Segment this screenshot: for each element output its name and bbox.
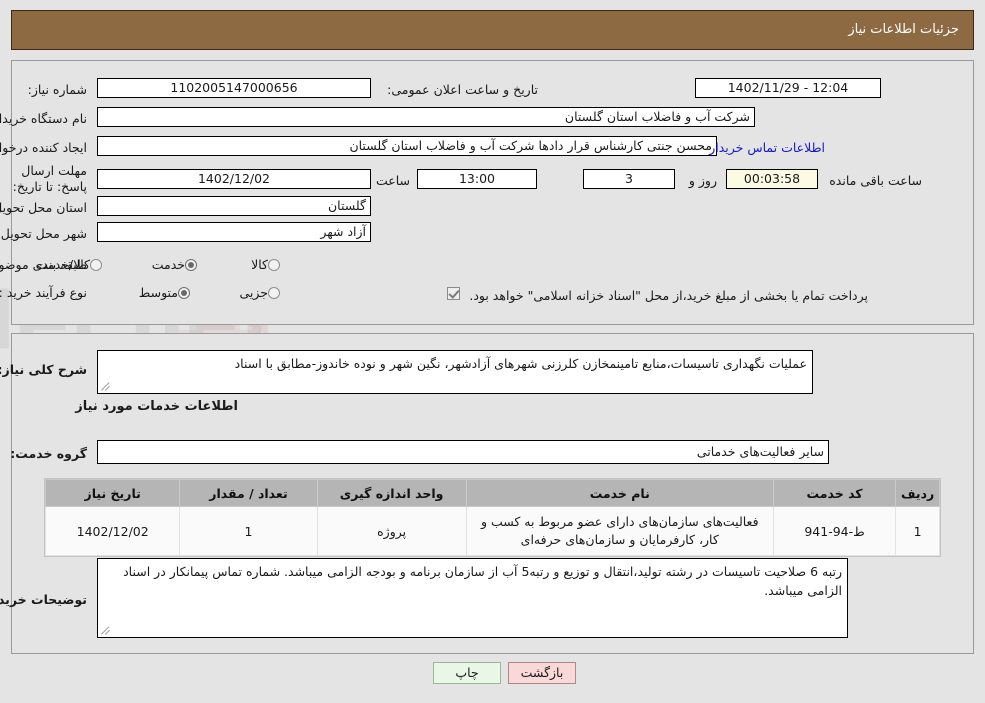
page-header-bar: جزئیات اطلاعات نیاز (11, 10, 974, 50)
delivery-province-value: گلستان (97, 196, 371, 216)
service-group-value: سایر فعالیت‌های خدماتی (97, 440, 829, 464)
buyer-contact-link[interactable]: اطلاعات تماس خریدار (709, 140, 825, 155)
services-section-title: اطلاعات خدمات مورد نیاز (75, 399, 238, 414)
table-header-row: ردیف کد خدمت نام خدمت واحد اندازه گیری ت… (44, 479, 940, 507)
cell-unit: پروژه (316, 506, 467, 556)
category-option-kala-khedmat-label: کالا/خدمت (35, 257, 90, 272)
deadline-date-value: 1402/12/02 (97, 169, 371, 189)
category-option-kala-label: کالا (251, 257, 268, 272)
radio-indicator-jozi (268, 287, 280, 299)
radio-indicator-khedmat (185, 259, 197, 271)
buyer-org-value: شرکت آب و فاضلاب استان گلستان (97, 107, 755, 127)
column-header-need-date: تاریخ نیاز (44, 479, 181, 507)
buyer-notes-label: توضیحات خریدار: (0, 592, 87, 607)
services-table-wrapper: ردیف کد خدمت نام خدمت واحد اندازه گیری ت… (44, 478, 941, 557)
general-description-textarea[interactable]: عملیات نگهداری تاسیسات،منابع تامینمخازن … (97, 350, 813, 394)
cell-service-name: فعالیت‌های سازمان‌های دارای عضو مربوط به… (465, 506, 774, 556)
cell-service-code: ط-94-941 (772, 506, 897, 556)
buyer-notes-textarea[interactable]: رتبه 6 صلاحیت تاسیسات در رشته تولید،انتق… (97, 558, 848, 638)
announce-date-label: تاریخ و ساعت اعلان عمومی: (387, 82, 538, 97)
treasury-docs-note: پرداخت تمام یا بخشی از مبلغ خرید،از محل … (469, 288, 868, 303)
category-option-kala[interactable]: کالا (251, 257, 285, 272)
category-option-khedmat[interactable]: خدمت (152, 257, 202, 272)
delivery-city-label: شهر محل تحویل: (0, 226, 87, 241)
process-option-jozi-label: جزیی (239, 285, 268, 300)
services-table: ردیف کد خدمت نام خدمت واحد اندازه گیری ت… (44, 479, 940, 556)
countdown-timer-value: 00:03:58 (726, 169, 818, 189)
remaining-days-value: 3 (583, 169, 675, 189)
resize-grip-icon-notes[interactable] (100, 624, 112, 636)
column-header-service-code: کد خدمت (772, 479, 897, 507)
column-header-unit: واحد اندازه گیری (316, 479, 467, 507)
cell-need-date: 1402/12/02 (44, 506, 181, 556)
remaining-days-label: روز و (688, 173, 717, 188)
column-header-row-no: ردیف (895, 479, 940, 507)
radio-indicator-kala (268, 259, 280, 271)
radio-indicator-kala-khedmat (90, 259, 102, 271)
delivery-city-value: آزاد شهر (97, 222, 371, 242)
page-title: جزئیات اطلاعات نیاز (848, 22, 959, 37)
need-number-label: شماره نیاز: (27, 82, 87, 97)
process-option-jozi[interactable]: جزیی (239, 285, 285, 300)
service-group-label: گروه خدمت: (10, 446, 87, 461)
request-creator-value: محسن جنتی کارشناس قرار دادها شرکت آب و ف… (97, 136, 717, 156)
deadline-label: مهلت ارسال پاسخ: تا تاریخ: (12, 163, 87, 194)
general-description-value: عملیات نگهداری تاسیسات،منابع تامینمخازن … (234, 356, 807, 371)
need-number-value: 1102005147000656 (97, 78, 371, 98)
buyer-notes-value: رتبه 6 صلاحیت تاسیسات در رشته تولید،انتق… (123, 564, 842, 598)
table-row: 1 ط-94-941 فعالیت‌های سازمان‌های دارای ع… (44, 506, 940, 556)
resize-grip-icon[interactable] (100, 380, 112, 392)
column-header-quantity: تعداد / مقدار (179, 479, 318, 507)
deadline-hour-value: 13:00 (417, 169, 537, 189)
announce-date-value: 12:04 - 1402/11/29 (695, 78, 881, 98)
cell-quantity: 1 (179, 506, 318, 556)
print-button[interactable]: چاپ (433, 662, 501, 684)
deadline-hour-label: ساعت (375, 173, 410, 188)
request-creator-label: ایجاد کننده درخواست: (0, 140, 87, 155)
category-option-kala-khedmat[interactable]: کالا/خدمت (36, 257, 107, 272)
back-button[interactable]: بازگشت (508, 662, 576, 684)
countdown-timer-label: ساعت باقی مانده (829, 173, 922, 188)
treasury-docs-checkbox[interactable] (447, 287, 460, 300)
delivery-province-label: استان محل تحویل: (0, 200, 87, 215)
radio-indicator-motavaset (178, 287, 190, 299)
column-header-service-name: نام خدمت (465, 479, 774, 507)
process-option-motavaset[interactable]: متوسط (139, 285, 195, 300)
general-description-label: شرح کلی نیاز: (0, 362, 87, 377)
category-option-khedmat-label: خدمت (151, 257, 185, 272)
process-option-motavaset-label: متوسط (138, 285, 178, 300)
buyer-org-label: نام دستگاه خریدار: (0, 111, 87, 126)
cell-row-no: 1 (895, 506, 940, 556)
